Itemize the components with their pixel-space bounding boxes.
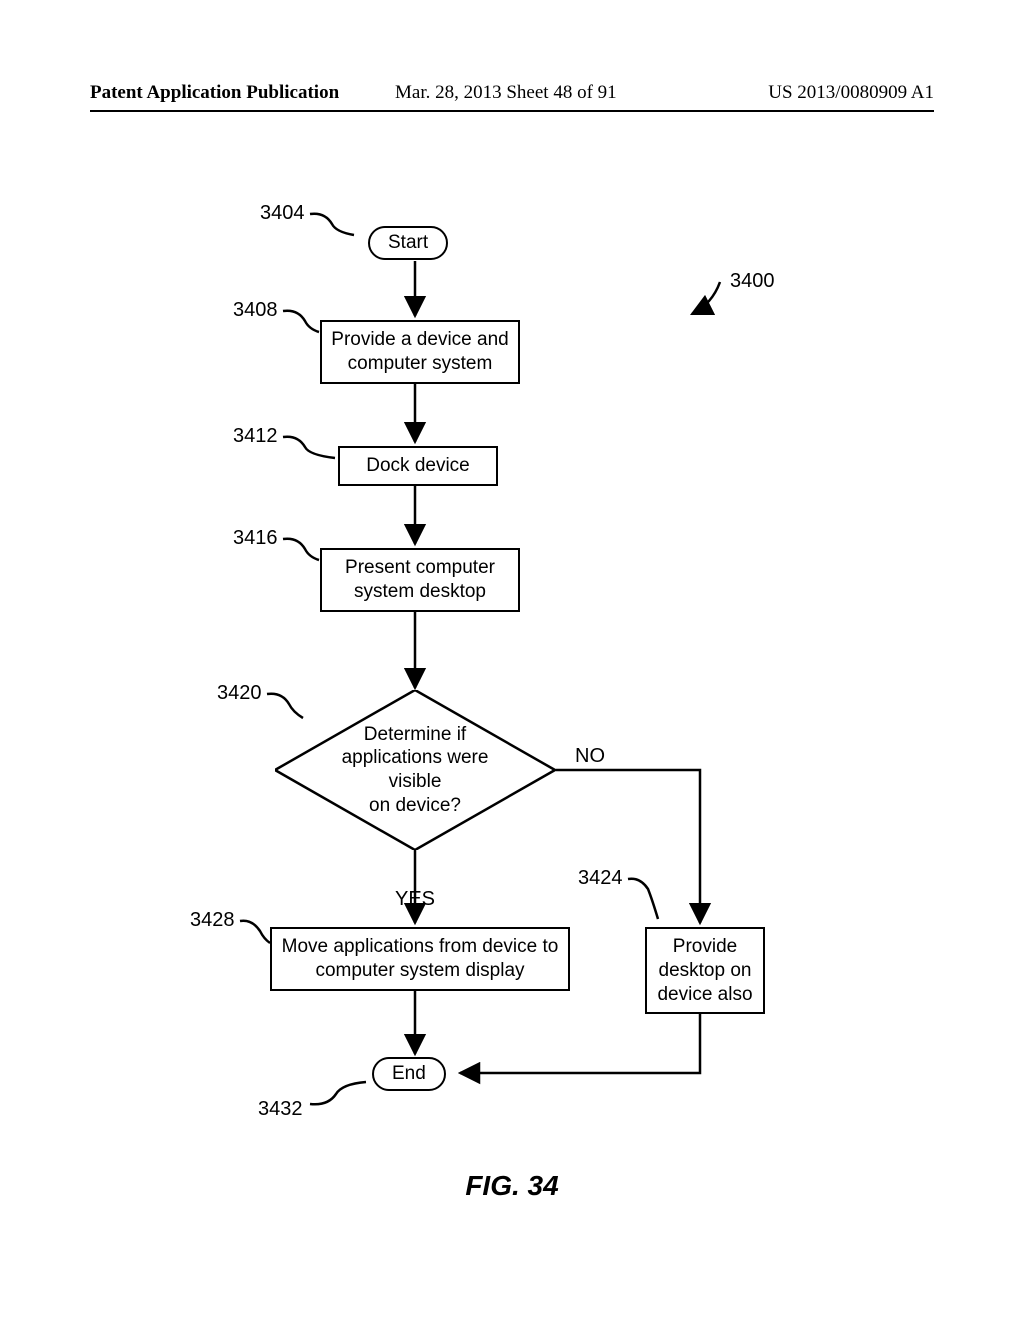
- edge-yes-label: YES: [395, 888, 435, 911]
- node-dock: Dock device: [338, 446, 498, 486]
- node-desktop-also-l2: desktop on: [659, 960, 752, 981]
- node-provide-l2: computer system: [348, 353, 493, 374]
- node-move-l2: computer system display: [315, 960, 524, 981]
- ref-3404: 3404: [260, 202, 305, 225]
- node-end: End: [372, 1057, 446, 1091]
- node-provide: Provide a device and computer system: [320, 320, 520, 384]
- ref-3424: 3424: [578, 867, 623, 890]
- ref-3428: 3428: [190, 909, 235, 932]
- node-start-text: Start: [388, 232, 428, 253]
- node-desktop-also-l1: Provide: [673, 936, 737, 957]
- page: Patent Application Publication Mar. 28, …: [0, 0, 1024, 1320]
- flowchart-wires: [0, 0, 1024, 1320]
- node-decision-text: Determine if applications were visible o…: [315, 723, 515, 818]
- node-present: Present computer system desktop: [320, 548, 520, 612]
- node-present-l2: system desktop: [354, 581, 486, 602]
- node-start: Start: [368, 226, 448, 260]
- flowchart: 3400 Start 3404 Provide a device and com…: [0, 0, 1024, 1320]
- node-decision: Determine if applications were visible o…: [275, 690, 555, 850]
- ref-3420: 3420: [217, 682, 262, 705]
- node-dock-text: Dock device: [366, 455, 470, 476]
- node-desktop-also: Provide desktop on device also: [645, 927, 765, 1014]
- ref-3432: 3432: [258, 1098, 303, 1121]
- edge-no-label: NO: [575, 745, 605, 768]
- node-move-l1: Move applications from device to: [282, 936, 559, 957]
- node-move: Move applications from device to compute…: [270, 927, 570, 991]
- node-provide-l1: Provide a device and: [331, 329, 508, 350]
- node-end-text: End: [392, 1063, 426, 1084]
- ref-3412: 3412: [233, 425, 278, 448]
- node-desktop-also-l3: device also: [657, 984, 752, 1005]
- node-present-l1: Present computer: [345, 557, 495, 578]
- ref-3408: 3408: [233, 299, 278, 322]
- figure-caption: FIG. 34: [0, 1170, 1024, 1202]
- ref-3416: 3416: [233, 527, 278, 550]
- ref-3400: 3400: [730, 270, 775, 293]
